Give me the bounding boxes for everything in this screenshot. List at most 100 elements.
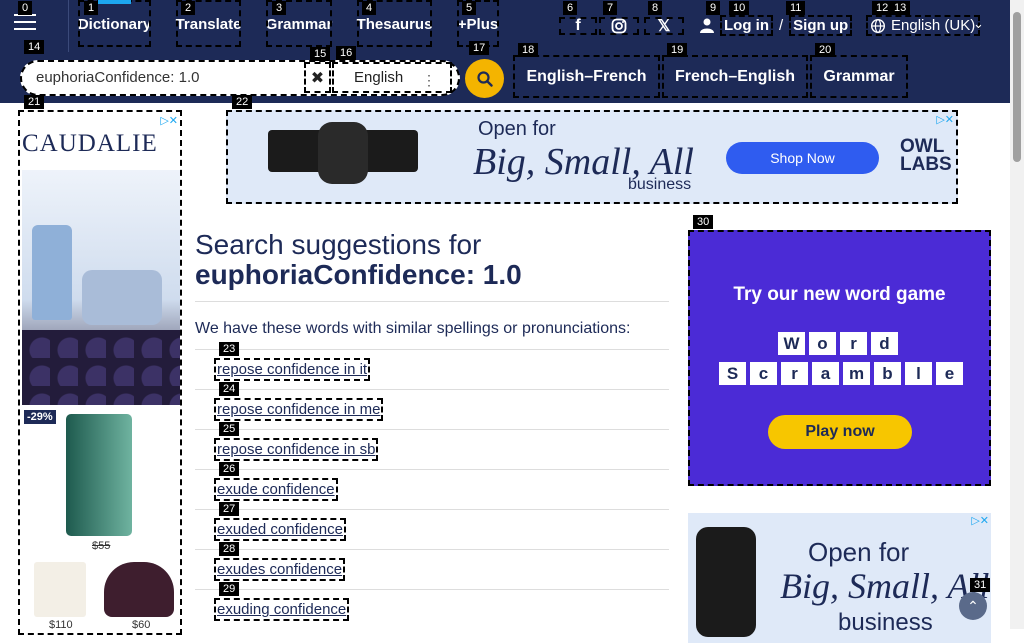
badge: 28 — [219, 542, 240, 556]
badge: 29 — [219, 582, 240, 596]
divider — [195, 301, 669, 302]
signup-link[interactable]: Sign up — [789, 15, 853, 36]
suggestion-link[interactable]: repose confidence in me — [214, 398, 384, 421]
divider — [195, 429, 669, 430]
ad-choices-icon[interactable]: ▷✕ — [936, 113, 954, 126]
word-tiles-row-2: Scramble — [719, 362, 963, 385]
nav-plus-label: +Plus — [457, 16, 499, 33]
word-tile: m — [843, 362, 870, 385]
word-game-ad[interactable]: Try our new word game Word Scramble Play… — [688, 230, 991, 486]
badge: 31 — [970, 578, 991, 592]
word-tile: S — [719, 362, 746, 385]
word-tile: o — [809, 332, 836, 355]
back-to-top-button[interactable]: ⌃ — [959, 592, 987, 620]
nav-dictionary-label: Dictionary — [77, 16, 152, 33]
search-button[interactable] — [465, 59, 504, 98]
badge: 14 — [24, 40, 45, 54]
ad-choices-icon[interactable]: ▷✕ — [160, 114, 178, 127]
badge: 26 — [219, 462, 240, 476]
page-scrollbar[interactable] — [1010, 0, 1024, 629]
badge: 3 — [272, 1, 287, 15]
badge: 18 — [518, 43, 539, 57]
banner-line-3: business — [628, 176, 692, 193]
badge: 8 — [648, 1, 663, 15]
product-thumb-1 — [34, 562, 86, 617]
badge: 13 — [890, 1, 911, 15]
play-now-button[interactable]: Play now — [768, 415, 912, 449]
right-banner-ad[interactable]: ▷✕ Open for Big, Small, All business — [688, 513, 991, 643]
left-ad[interactable]: ▷✕ CAUDALIE -29% $55 $110 $60 — [18, 110, 182, 635]
site-language-label: English (UK) — [891, 17, 976, 34]
suggestion-link[interactable]: exudes confidence — [214, 558, 346, 581]
badge: 7 — [603, 1, 618, 15]
banner-brand: OWL LABS — [900, 136, 952, 175]
shop-now-button[interactable]: Shop Now — [726, 142, 879, 174]
scrollbar-thumb[interactable] — [1013, 12, 1021, 162]
account-links: Log in / Sign up — [700, 15, 853, 36]
badge: 11 — [786, 1, 806, 15]
page-title: Search suggestions for euphoriaConfidenc… — [195, 230, 522, 290]
login-separator: / — [779, 17, 784, 34]
badge: 23 — [219, 342, 240, 356]
suggestion-link[interactable]: repose confidence in it — [214, 358, 371, 381]
badge: 24 — [219, 382, 240, 396]
badge: 1 — [84, 1, 99, 15]
badge: 16 — [336, 46, 357, 60]
suggestion-link[interactable]: exuding confidence — [214, 598, 350, 621]
clear-search-button[interactable]: ✖ — [304, 62, 331, 93]
product-bottles — [66, 414, 132, 536]
word-tile: d — [871, 332, 898, 355]
word-tile: c — [750, 362, 777, 385]
badge: 4 — [362, 1, 377, 15]
suggestion-link[interactable]: exude confidence — [214, 478, 338, 501]
banner-ad[interactable]: ▷✕ Open for Big, Small, All business Sho… — [226, 110, 958, 204]
badge: 27 — [219, 502, 240, 516]
product-thumb-2 — [104, 562, 174, 617]
user-icon — [700, 18, 714, 33]
ad-choices-icon[interactable]: ▷✕ — [971, 514, 989, 527]
chevron-down-icon[interactable]: ⌄ — [973, 16, 984, 32]
word-tile: W — [778, 332, 805, 355]
product-image — [22, 170, 180, 405]
product-price-2: $110 — [49, 619, 73, 631]
badge: 5 — [462, 1, 477, 15]
dictionary-select[interactable]: English ⋮ — [332, 62, 452, 93]
badge: 6 — [563, 1, 578, 15]
divider — [195, 469, 669, 470]
site-language-select[interactable]: English (UK) — [866, 15, 981, 36]
nav-thesaurus-label: Thesaurus — [356, 16, 433, 33]
nav-translate-label: Translate — [175, 16, 242, 33]
dictionary-select-label: English — [354, 69, 404, 86]
search-input[interactable]: euphoriaConfidence: 1.0 — [36, 69, 296, 86]
badge: 15 — [310, 47, 331, 61]
globe-icon — [871, 18, 885, 33]
link-grammar[interactable]: Grammar — [810, 55, 908, 98]
link-french-english[interactable]: French–English — [662, 55, 808, 98]
banner-line-1: Open for — [478, 118, 556, 140]
facebook-icon[interactable]: f — [559, 17, 597, 35]
login-link[interactable]: Log in — [720, 15, 773, 36]
nav-grammar-label: Grammar — [265, 16, 333, 33]
divider — [195, 389, 669, 390]
suggestion-link[interactable]: exuded confidence — [214, 518, 346, 541]
top-navigation-bar — [0, 0, 1010, 52]
word-tile: r — [840, 332, 867, 355]
camera-product-image — [696, 527, 756, 637]
badge: 10 — [729, 1, 750, 15]
badge: 30 — [693, 215, 714, 229]
divider — [195, 349, 669, 350]
x-icon[interactable]: 𝕏 — [644, 17, 684, 35]
hamburger-menu-icon[interactable] — [14, 14, 36, 32]
product-price-1: $55 — [92, 540, 111, 552]
badge: 17 — [469, 41, 490, 55]
suggestion-link[interactable]: repose confidence in sb — [214, 438, 379, 461]
link-english-french[interactable]: English–French — [513, 55, 660, 98]
ad2-line-3: business — [838, 609, 933, 636]
nav-divider — [68, 0, 69, 52]
badge: 0 — [18, 1, 33, 15]
more-options-icon: ⋮ — [422, 72, 436, 88]
close-icon: ✖ — [310, 69, 325, 87]
word-tile: a — [812, 362, 839, 385]
ad-brand: CAUDALIE — [22, 130, 158, 157]
instagram-icon[interactable] — [599, 17, 639, 35]
